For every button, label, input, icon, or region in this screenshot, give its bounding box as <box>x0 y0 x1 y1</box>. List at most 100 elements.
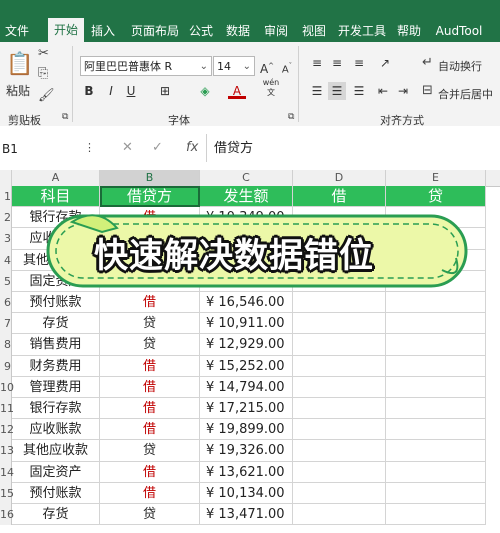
tab-3[interactable]: 页面布局 <box>124 0 186 42</box>
row-header[interactable]: 3 <box>0 228 12 250</box>
tab-5[interactable]: 数据 <box>218 0 258 42</box>
table-cell[interactable] <box>293 313 386 335</box>
tab-8[interactable]: 开发工具 <box>334 0 390 42</box>
paste-label[interactable]: 粘贴 <box>6 82 30 99</box>
table-cell[interactable]: 存货 <box>12 504 100 526</box>
table-cell[interactable]: ¥ 15,252.00 <box>200 355 293 377</box>
table-cell[interactable]: 借 <box>100 482 200 504</box>
shrink-font-button[interactable]: Aˇ <box>278 57 296 75</box>
font-name-combo[interactable]: 阿里巴巴普惠体 R ⌄ <box>80 56 212 76</box>
font-launcher-icon[interactable]: ⧉ <box>288 112 294 122</box>
fill-color-icon[interactable]: ◈ <box>196 82 214 100</box>
table-cell[interactable]: ¥ 19,326.00 <box>200 440 293 462</box>
merge-center-label[interactable]: 合并后居中 <box>438 86 493 102</box>
header-cell[interactable]: 发生额 <box>200 186 293 208</box>
tab-6[interactable]: 审阅 <box>258 0 294 42</box>
bold-button[interactable]: B <box>80 82 98 100</box>
clipboard-launcher-icon[interactable]: ⧉ <box>62 112 68 122</box>
column-header-a[interactable]: A <box>12 170 100 186</box>
copy-icon[interactable]: ⎘ <box>38 66 48 81</box>
row-header[interactable]: 8 <box>0 334 12 356</box>
table-cell[interactable] <box>386 355 486 377</box>
name-box-dropdown-icon[interactable]: ⋮ <box>84 141 95 154</box>
tab-7[interactable]: 视图 <box>296 0 332 42</box>
table-cell[interactable]: 财务费用 <box>12 355 100 377</box>
row-header[interactable]: 11 <box>0 398 14 420</box>
table-cell[interactable]: 销售费用 <box>12 334 100 356</box>
tab-4[interactable]: 公式 <box>186 0 216 42</box>
table-cell[interactable]: 借 <box>100 461 200 483</box>
formula-content[interactable]: 借贷方 <box>214 138 253 160</box>
format-painter-icon[interactable]: 🖌 <box>38 88 55 103</box>
align-right-icon[interactable]: ☰ <box>350 82 368 100</box>
table-cell[interactable] <box>386 398 486 420</box>
table-cell[interactable] <box>293 419 386 441</box>
header-cell[interactable]: 科目 <box>12 186 100 208</box>
table-cell[interactable]: 借 <box>100 376 200 398</box>
table-cell[interactable]: 存货 <box>12 313 100 335</box>
table-cell[interactable]: ¥ 16,546.00 <box>200 292 293 314</box>
tab-2[interactable]: 插入 <box>86 0 120 42</box>
table-cell[interactable] <box>293 376 386 398</box>
table-cell[interactable]: 银行存款 <box>12 398 100 420</box>
table-cell[interactable]: ¥ 10,134.00 <box>200 482 293 504</box>
tab-0[interactable]: 文件 <box>0 0 34 42</box>
table-cell[interactable] <box>293 334 386 356</box>
table-cell[interactable] <box>386 313 486 335</box>
row-header[interactable]: 5 <box>0 270 12 292</box>
table-cell[interactable]: 管理费用 <box>12 376 100 398</box>
font-color-icon[interactable]: A <box>228 82 246 99</box>
column-header-b[interactable]: B <box>100 170 200 186</box>
italic-button[interactable]: I <box>102 82 120 100</box>
phonetic-button[interactable]: wén 文 <box>262 78 280 97</box>
row-header[interactable]: 2 <box>0 207 12 229</box>
table-cell[interactable]: 贷 <box>100 504 200 526</box>
column-header-c[interactable]: C <box>200 170 293 186</box>
row-header[interactable]: 7 <box>0 313 12 335</box>
row-header[interactable]: 10 <box>0 376 14 398</box>
table-cell[interactable]: ¥ 19,899.00 <box>200 419 293 441</box>
header-cell[interactable]: 贷 <box>386 186 486 208</box>
row-header[interactable]: 1 <box>0 186 12 208</box>
row-header[interactable]: 12 <box>0 419 14 441</box>
align-middle-icon[interactable]: ≡ <box>328 54 346 72</box>
table-cell[interactable] <box>293 504 386 526</box>
table-cell[interactable]: ¥ 13,621.00 <box>200 461 293 483</box>
font-size-combo[interactable]: 14 ⌄ <box>213 56 255 76</box>
confirm-icon[interactable]: ✓ <box>152 140 163 155</box>
table-cell[interactable]: 预付账款 <box>12 482 100 504</box>
table-cell[interactable]: 预付账款 <box>12 292 100 314</box>
table-cell[interactable]: ¥ 13,471.00 <box>200 504 293 526</box>
row-header[interactable]: 13 <box>0 440 14 462</box>
column-header-d[interactable]: D <box>293 170 386 186</box>
name-box[interactable]: B1 <box>0 138 82 160</box>
table-cell[interactable]: 贷 <box>100 313 200 335</box>
table-cell[interactable]: ¥ 10,911.00 <box>200 313 293 335</box>
table-cell[interactable] <box>386 482 486 504</box>
table-cell[interactable] <box>386 334 486 356</box>
increase-indent-icon[interactable]: ⇥ <box>394 82 412 100</box>
header-cell[interactable]: 借 <box>293 186 386 208</box>
border-icon[interactable]: ⊞ <box>156 82 174 100</box>
table-cell[interactable]: 借 <box>100 292 200 314</box>
table-cell[interactable] <box>386 440 486 462</box>
align-top-icon[interactable]: ≡ <box>308 54 326 72</box>
table-cell[interactable]: ¥ 14,794.00 <box>200 376 293 398</box>
row-header[interactable]: 15 <box>0 482 14 504</box>
decrease-indent-icon[interactable]: ⇤ <box>374 82 392 100</box>
table-cell[interactable]: 应收账款 <box>12 419 100 441</box>
column-header-e[interactable]: E <box>386 170 486 186</box>
merge-center-icon[interactable]: ⊟ <box>422 83 433 98</box>
align-left-icon[interactable]: ☰ <box>308 82 326 100</box>
table-cell[interactable]: 贷 <box>100 334 200 356</box>
table-cell[interactable] <box>293 398 386 420</box>
table-cell[interactable] <box>293 461 386 483</box>
table-cell[interactable]: 借 <box>100 419 200 441</box>
row-header[interactable]: 9 <box>0 355 12 377</box>
table-cell[interactable] <box>293 292 386 314</box>
table-cell[interactable] <box>386 504 486 526</box>
table-cell[interactable]: 借 <box>100 355 200 377</box>
underline-button[interactable]: U <box>122 82 140 100</box>
fx-icon[interactable]: fx <box>186 140 198 155</box>
table-cell[interactable] <box>293 440 386 462</box>
